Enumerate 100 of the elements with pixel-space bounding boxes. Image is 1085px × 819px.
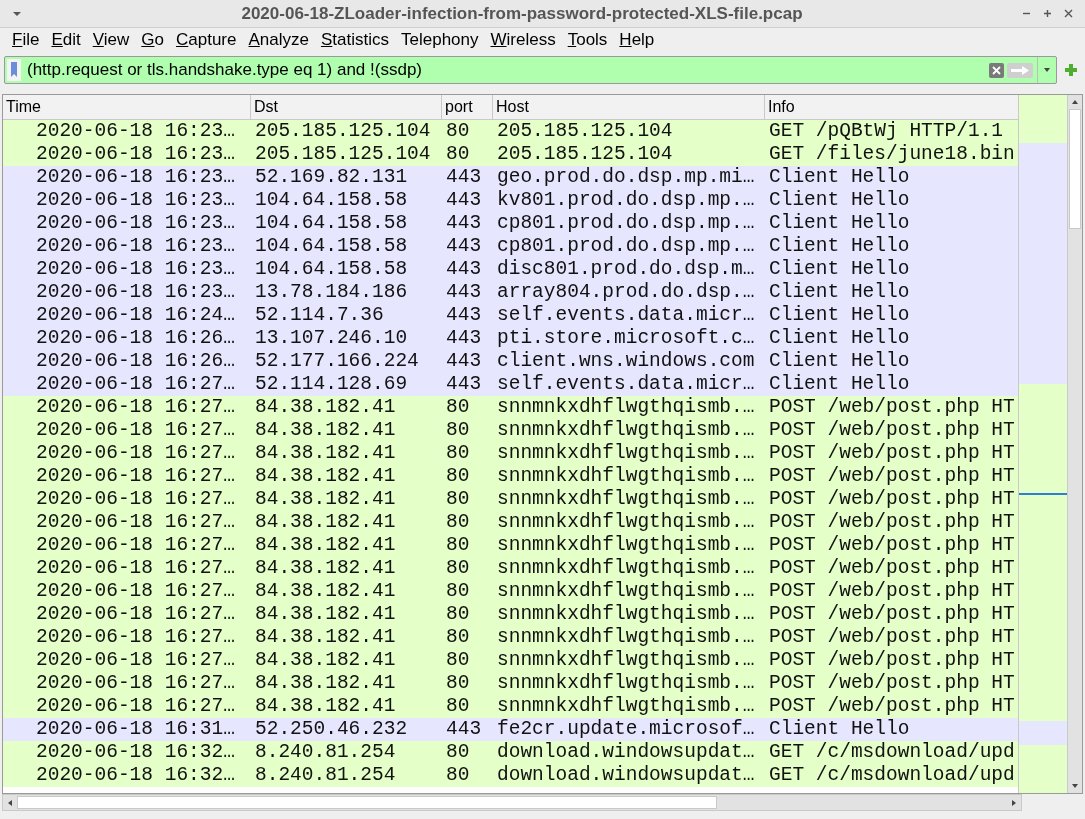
table-cell-text: 80 — [445, 626, 471, 649]
table-cell-text: 2020-06-18 16:27… — [35, 557, 236, 580]
table-cell-text: 52.169.82.131 — [254, 166, 409, 189]
table-cell-text: 84.38.182.41 — [254, 695, 397, 718]
packet-row[interactable]: 2020-06-18 16:27… 84.38.182.41 80 snnmnkxdhflwgthqismb.… POST /web/post.php HT — [3, 603, 1018, 626]
packet-row[interactable]: 2020-06-18 16:23… 104.64.158.58 443 kv801.prod.do.dsp.mp.… Client Hello — [3, 189, 1018, 212]
table-cell-text: 52.114.128.69 — [254, 373, 409, 396]
table-cell-text: Client Hello — [768, 304, 911, 327]
scroll-thumb[interactable] — [1069, 109, 1081, 229]
table-cell-text: snnmnkxdhflwgthqismb.… — [496, 465, 756, 488]
menu-item[interactable]: View — [86, 27, 136, 53]
table-cell-text: 80 — [445, 649, 471, 672]
packet-row[interactable]: 2020-06-18 16:23… 13.78.184.186 443 array804.prod.do.dsp.… Client Hello — [3, 281, 1018, 304]
table-cell-text: 80 — [445, 511, 471, 534]
dropdown-caret-icon[interactable] — [1041, 66, 1053, 74]
table-cell-text: 13.78.184.186 — [254, 281, 409, 304]
menu-item[interactable]: Go — [135, 27, 170, 53]
table-cell-text: POST /web/post.php HT — [768, 465, 1016, 488]
table-cell-text: 84.38.182.41 — [254, 488, 397, 511]
table-cell-text: 205.185.125.104 — [254, 143, 432, 166]
column-header[interactable]: Time — [3, 95, 251, 119]
table-cell-text: 2020-06-18 16:27… — [35, 488, 236, 511]
menu-item[interactable]: File — [6, 27, 46, 53]
packet-row[interactable]: 2020-06-18 16:23… 205.185.125.104 80 205.185.125.104 GET /files/june18.bin — [3, 143, 1018, 166]
column-header[interactable]: port — [442, 95, 493, 119]
window-menu-icon[interactable] — [12, 9, 22, 18]
menu-item[interactable]: Analyze — [242, 27, 315, 53]
packet-row[interactable]: 2020-06-18 16:23… 205.185.125.104 80 205.185.125.104 GET /pQBtWj HTTP/1.1 — [3, 120, 1018, 143]
table-cell-text: 2020-06-18 16:27… — [35, 649, 236, 672]
packet-row[interactable]: 2020-06-18 16:27… 84.38.182.41 80 snnmnkxdhflwgthqismb.… POST /web/post.php HT — [3, 580, 1018, 603]
table-cell-text: 443 — [445, 235, 483, 258]
table-cell-text: 80 — [445, 534, 471, 557]
packet-row[interactable]: 2020-06-18 16:24… 52.114.7.36 443 self.events.data.micr… Client Hello — [3, 304, 1018, 327]
packet-row[interactable]: 2020-06-18 16:26… 13.107.246.10 443 pti.store.microsoft.c… Client Hello — [3, 327, 1018, 350]
menu-item[interactable]: Statistics — [314, 27, 395, 53]
table-cell-text: snnmnkxdhflwgthqismb.… — [496, 695, 756, 718]
menu-item[interactable]: Wireless — [484, 27, 562, 53]
table-cell-text: snnmnkxdhflwgthqismb.… — [496, 419, 756, 442]
menu-item[interactable]: Capture — [170, 27, 243, 53]
table-cell-text: 205.185.125.104 — [496, 143, 674, 166]
vertical-scrollbar[interactable] — [1067, 95, 1082, 793]
table-cell-text: 2020-06-18 16:32… — [35, 741, 236, 764]
packet-row[interactable]: 2020-06-18 16:27… 84.38.182.41 80 snnmnkxdhflwgthqismb.… POST /web/post.php HT — [3, 511, 1018, 534]
table-cell-text: 8.240.81.254 — [254, 764, 397, 787]
table-cell-text: POST /web/post.php HT — [768, 603, 1016, 626]
table-cell-text: 2020-06-18 16:26… — [35, 327, 236, 350]
horizontal-scrollbar[interactable] — [2, 794, 1022, 811]
packet-row[interactable]: 2020-06-18 16:23… 104.64.158.58 443 cp801.prod.do.dsp.mp.… Client Hello — [3, 235, 1018, 258]
packet-row[interactable]: 2020-06-18 16:23… 52.169.82.131 443 geo.prod.do.dsp.mp.mi… Client Hello — [3, 166, 1018, 189]
table-cell-text: 8.240.81.254 — [254, 741, 397, 764]
scroll-thumb[interactable] — [17, 796, 717, 809]
column-header[interactable]: Host — [493, 95, 765, 119]
table-cell-text: 205.185.125.104 — [496, 120, 674, 143]
table-cell-text: 84.38.182.41 — [254, 419, 397, 442]
menu-item[interactable]: Help — [613, 27, 661, 53]
packet-row[interactable]: 2020-06-18 16:27… 84.38.182.41 80 snnmnkxdhflwgthqismb.… POST /web/post.php HT — [3, 419, 1018, 442]
packet-row[interactable]: 2020-06-18 16:27… 84.38.182.41 80 snnmnkxdhflwgthqismb.… POST /web/post.php HT — [3, 488, 1018, 511]
packet-row[interactable]: 2020-06-18 16:27… 84.38.182.41 80 snnmnkxdhflwgthqismb.… POST /web/post.php HT — [3, 649, 1018, 672]
close-icon[interactable] — [1064, 9, 1073, 18]
bookmark-icon[interactable] — [7, 59, 21, 81]
table-cell-text: 84.38.182.41 — [254, 442, 397, 465]
packet-row[interactable]: 2020-06-18 16:26… 52.177.166.224 443 client.wns.windows.com Client Hello — [3, 350, 1018, 373]
table-cell-text: POST /web/post.php HT — [768, 419, 1016, 442]
window-title: 2020-06-18-ZLoader-infection-from-password-protected-XLS-file.pcap — [240, 2, 804, 25]
packet-row[interactable]: 2020-06-18 16:27… 84.38.182.41 80 snnmnkxdhflwgthqismb.… POST /web/post.php HT — [3, 695, 1018, 718]
table-cell-text: 2020-06-18 16:23… — [35, 143, 236, 166]
packet-row[interactable]: 2020-06-18 16:31… 52.250.46.232 443 fe2cr.update.microsof… Client Hello — [3, 718, 1018, 741]
table-cell-text: 443 — [445, 281, 483, 304]
table-cell-text: 2020-06-18 16:27… — [35, 373, 236, 396]
packet-row[interactable]: 2020-06-18 16:27… 84.38.182.41 80 snnmnkxdhflwgthqismb.… POST /web/post.php HT — [3, 672, 1018, 695]
menu-item[interactable]: Telephony — [395, 27, 485, 53]
packet-row[interactable]: 2020-06-18 16:27… 84.38.182.41 80 snnmnkxdhflwgthqismb.… POST /web/post.php HT — [3, 626, 1018, 649]
packet-row[interactable]: 2020-06-18 16:23… 104.64.158.58 443 disc801.prod.do.dsp.m… Client Hello — [3, 258, 1018, 281]
table-cell-text: 80 — [445, 143, 471, 166]
table-cell-text: 2020-06-18 16:27… — [35, 511, 236, 534]
clear-icon[interactable] — [989, 62, 1004, 78]
packet-row[interactable]: 2020-06-18 16:27… 84.38.182.41 80 snnmnkxdhflwgthqismb.… POST /web/post.php HT — [3, 442, 1018, 465]
table-cell-text: snnmnkxdhflwgthqismb.… — [496, 603, 756, 626]
column-header[interactable]: Dst — [251, 95, 442, 119]
table-cell-text: GET /c/msdownload/upd — [768, 764, 1016, 787]
table-cell-text: 2020-06-18 16:27… — [35, 534, 236, 557]
table-cell-text: 52.114.7.36 — [254, 304, 385, 327]
menu-item[interactable]: Edit — [45, 27, 87, 53]
table-cell-text: 2020-06-18 16:27… — [35, 603, 236, 626]
packet-row[interactable]: 2020-06-18 16:32… 8.240.81.254 80 download.windowsupdat… GET /c/msdownload/upd — [3, 764, 1018, 787]
packet-row[interactable]: 2020-06-18 16:27… 84.38.182.41 80 snnmnkxdhflwgthqismb.… POST /web/post.php HT — [3, 465, 1018, 488]
menu-item[interactable]: Tools — [561, 27, 614, 53]
table-cell-text: snnmnkxdhflwgthqismb.… — [496, 534, 756, 557]
table-cell-text: snnmnkxdhflwgthqismb.… — [496, 557, 756, 580]
packet-row[interactable]: 2020-06-18 16:27… 84.38.182.41 80 snnmnkxdhflwgthqismb.… POST /web/post.php HT — [3, 396, 1018, 419]
table-cell-text: 2020-06-18 16:31… — [35, 718, 236, 741]
packet-row[interactable]: 2020-06-18 16:27… 84.38.182.41 80 snnmnkxdhflwgthqismb.… POST /web/post.php HT — [3, 557, 1018, 580]
maximize-icon[interactable] — [1043, 9, 1052, 18]
packet-row[interactable]: 2020-06-18 16:27… 52.114.128.69 443 self.events.data.micr… Client Hello — [3, 373, 1018, 396]
table-cell-text: 443 — [445, 189, 483, 212]
table-cell-text: geo.prod.do.dsp.mp.mi… — [496, 166, 756, 189]
packet-row[interactable]: 2020-06-18 16:23… 104.64.158.58 443 cp801.prod.do.dsp.mp.… Client Hello — [3, 212, 1018, 235]
table-cell-text: 52.250.46.232 — [254, 718, 409, 741]
packet-row[interactable]: 2020-06-18 16:32… 8.240.81.254 80 download.windowsupdat… GET /c/msdownload/upd — [3, 741, 1018, 764]
packet-row[interactable]: 2020-06-18 16:27… 84.38.182.41 80 snnmnkxdhflwgthqismb.… POST /web/post.php HT — [3, 534, 1018, 557]
